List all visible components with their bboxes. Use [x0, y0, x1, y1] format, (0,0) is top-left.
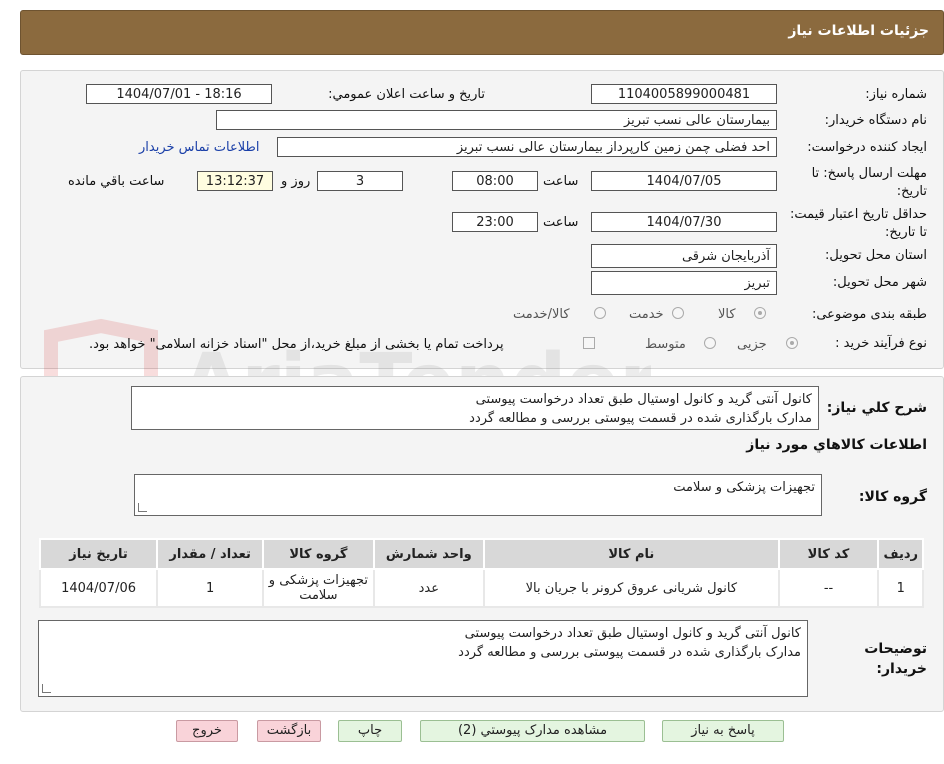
goods-group-value: تجهیزات پزشکی و سلامت	[673, 480, 815, 495]
resize-grip-icon[interactable]	[138, 503, 147, 512]
details-panel: شرح کلي نیاز: کانول آنتی گرید و کانول او…	[20, 376, 944, 712]
deadline-date-field: 1404/07/05	[591, 171, 777, 191]
col-row: ردیف	[877, 538, 924, 570]
deadline-days-label: روز و	[281, 174, 311, 189]
category-goods-service-radio[interactable]	[594, 307, 606, 319]
category-service-radio[interactable]	[672, 307, 684, 319]
buyer-notes-textarea[interactable]: کانول آنتی گرید و کانول اوستیال طبق تعدا…	[38, 620, 808, 697]
category-goods-label: کالا	[718, 307, 736, 322]
page-title: جزئیات اطلاعات نیاز	[788, 23, 929, 39]
view-attachments-button[interactable]: مشاهده مدارک پیوستي (2)	[420, 720, 645, 742]
description-label: شرح کلي نیاز:	[826, 400, 927, 416]
table-row: 1 -- کانول شریانی عروق کرونر با جریان با…	[38, 568, 924, 608]
buyer-org-label: نام دستگاه خریدار:	[824, 113, 927, 128]
cell-name: کانول شریانی عروق کرونر با جریان بالا	[483, 568, 780, 608]
deadline-label: مهلت ارسال پاسخ: تا تاریخ:	[811, 166, 927, 199]
buyer-notes-line-1: کانول آنتی گرید و کانول اوستیال طبق تعدا…	[464, 626, 801, 641]
description-line-1: کانول آنتی گرید و کانول اوستیال طبق تعدا…	[475, 392, 812, 407]
category-service-label: خدمت	[629, 307, 664, 322]
col-unit: واحد شمارش	[372, 538, 486, 570]
city-label: شهر محل تحویل:	[832, 275, 927, 290]
deadline-time-field: 08:00	[452, 171, 538, 191]
requester-field: احد فضلی چمن زمین کارپرداز بیمارستان عال…	[277, 137, 777, 157]
purchase-type-label: نوع فرآیند خرید :	[835, 336, 927, 351]
category-goods-radio[interactable]	[754, 307, 766, 319]
announce-datetime-label: تاریخ و ساعت اعلان عمومي:	[328, 87, 485, 102]
col-code: کد کالا	[777, 538, 880, 570]
cell-qty: 1	[156, 568, 265, 608]
requester-label: ایجاد کننده درخواست:	[807, 140, 927, 155]
purchase-minor-radio[interactable]	[786, 337, 798, 349]
col-need-date: تاریخ نیاز	[38, 538, 159, 570]
validity-date-field: 1404/07/30	[591, 212, 777, 232]
exit-button[interactable]: خروج	[176, 720, 238, 742]
col-group: گروه کالا	[262, 538, 375, 570]
city-field: تبریز	[591, 271, 777, 295]
buyer-contact-link[interactable]: اطلاعات تماس خریدار	[139, 140, 259, 155]
buyer-notes-label: توضیحات خریدار:	[864, 641, 927, 677]
need-number-label: شماره نیاز:	[865, 87, 927, 102]
goods-info-title: اطلاعات کالاهاي مورد نیاز	[746, 437, 927, 453]
info-panel: AriaTender.neT شماره نیاز: 1104005899000…	[20, 70, 944, 441]
cell-group: تجهیزات پزشکی و سلامت	[262, 568, 375, 608]
category-label: طبقه بندی موضوعی:	[811, 307, 927, 322]
announce-datetime-field: 1404/07/01 - 18:16	[86, 84, 272, 104]
treasury-payment-note: پرداخت تمام یا بخشی از مبلغ خرید،از محل …	[89, 337, 504, 352]
cell-need-date: 1404/07/06	[38, 568, 159, 608]
col-name: نام کالا	[483, 538, 780, 570]
buyer-org-field: بیمارستان عالی نسب تبریز	[216, 110, 777, 130]
description-line-2: مدارک بارگذاری شده در قسمت پیوستی بررسی …	[469, 411, 812, 426]
validity-time-field: 23:00	[452, 212, 538, 232]
back-button[interactable]: بازگشت	[257, 720, 321, 742]
purchase-medium-radio[interactable]	[704, 337, 716, 349]
description-textarea[interactable]: کانول آنتی گرید و کانول اوستیال طبق تعدا…	[131, 386, 819, 430]
cell-row: 1	[877, 568, 924, 608]
items-table: ردیف کد کالا نام کالا واحد شمارش گروه کا…	[38, 538, 924, 608]
print-button[interactable]: چاپ	[338, 720, 402, 742]
need-number-field: 1104005899000481	[591, 84, 777, 104]
cell-unit: عدد	[372, 568, 486, 608]
items-table-header: ردیف کد کالا نام کالا واحد شمارش گروه کا…	[38, 538, 924, 570]
province-label: استان محل تحویل:	[825, 248, 927, 263]
category-goods-service-label: کالا/خدمت	[513, 307, 570, 322]
remaining-time-label: ساعت باقي مانده	[68, 174, 165, 189]
buyer-notes-line-2: مدارک بارگذاری شده در قسمت پیوستی بررسی …	[458, 645, 801, 660]
purchase-medium-label: متوسط	[645, 337, 686, 352]
goods-group-textarea[interactable]: تجهیزات پزشکی و سلامت	[134, 474, 822, 516]
col-qty: تعداد / مقدار	[156, 538, 265, 570]
province-field: آذربایجان شرقی	[591, 244, 777, 268]
remaining-time-field: 13:12:37	[197, 171, 273, 191]
deadline-days-field: 3	[317, 171, 403, 191]
cell-code: --	[777, 568, 880, 608]
treasury-payment-checkbox[interactable]	[583, 337, 595, 349]
validity-time-label: ساعت	[543, 215, 579, 230]
page-header: جزئیات اطلاعات نیاز	[20, 10, 944, 55]
reply-button[interactable]: پاسخ به نیاز	[662, 720, 784, 742]
goods-group-label: گروه کالا:	[858, 489, 927, 505]
validity-label: حداقل تاریخ اعتبار قیمت: تا تاریخ:	[789, 207, 927, 240]
deadline-time-label: ساعت	[543, 174, 579, 189]
purchase-minor-label: جزیی	[737, 337, 767, 352]
resize-grip-icon[interactable]	[42, 684, 51, 693]
